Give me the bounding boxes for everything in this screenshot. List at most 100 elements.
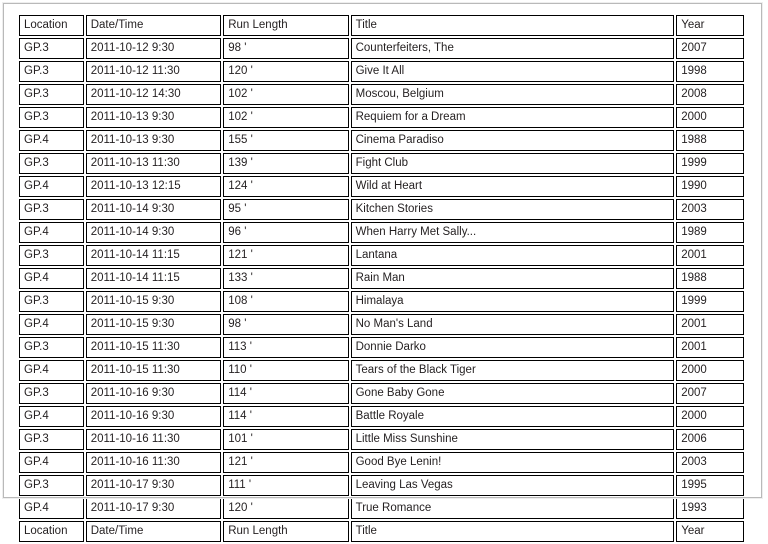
cell-year: 2003 bbox=[676, 199, 744, 220]
cell-title: Leaving Las Vegas bbox=[350, 475, 675, 496]
table-row: GP.3 2011-10-13 9:30 102 ' Requiem for a Dr… bbox=[19, 107, 744, 128]
cell-run_length: 113 ' bbox=[223, 337, 349, 358]
column-header-location[interactable]: Location bbox=[19, 15, 84, 36]
cell-datetime: 2011-10-12 9:30 bbox=[85, 38, 222, 59]
page-frame: Location Date/Time Run Length Title Year… bbox=[2, 2, 763, 542]
cell-run_length: 101 ' bbox=[223, 429, 349, 450]
table-row: GP.3 2011-10-16 11:30 101 ' Little Miss Sun… bbox=[19, 429, 744, 450]
cell-run_length: 95 ' bbox=[223, 199, 349, 220]
table-row: GP.3 2011-10-15 9:30 108 ' Himalaya 1999 bbox=[19, 291, 744, 312]
cell-run_length: 110 ' bbox=[223, 360, 349, 381]
column-header-datetime[interactable]: Date/Time bbox=[85, 15, 222, 36]
cell-location: GP.4 bbox=[19, 498, 84, 519]
cell-year: 1990 bbox=[676, 176, 744, 197]
cell-title: Little Miss Sunshine bbox=[350, 429, 675, 450]
table-row: GP.3 2011-10-12 14:30 102 ' Moscou, Belgium… bbox=[19, 84, 744, 105]
table-row: GP.3 2011-10-16 9:30 114 ' Gone Baby Gone 20… bbox=[19, 383, 744, 404]
cell-location: GP.4 bbox=[19, 176, 84, 197]
cell-datetime: 2011-10-13 11:30 bbox=[85, 153, 222, 174]
cell-run_length: 155 ' bbox=[223, 130, 349, 151]
cell-run_length: 133 ' bbox=[223, 268, 349, 289]
cell-year: 2001 bbox=[676, 245, 744, 266]
cell-title: No Man's Land bbox=[350, 314, 675, 335]
table-row: GP.3 2011-10-17 9:30 111 ' Leaving Las Vega… bbox=[19, 475, 744, 496]
cell-datetime: 2011-10-14 11:15 bbox=[85, 268, 222, 289]
column-footer-title[interactable]: Title bbox=[350, 521, 675, 542]
column-header-title[interactable]: Title bbox=[350, 15, 675, 36]
cell-datetime: 2011-10-16 9:30 bbox=[85, 383, 222, 404]
cell-run_length: 124 ' bbox=[223, 176, 349, 197]
cell-location: GP.3 bbox=[19, 61, 84, 82]
table-row: GP.3 2011-10-14 9:30 95 ' Kitchen Stories 20… bbox=[19, 199, 744, 220]
cell-location: GP.4 bbox=[19, 222, 84, 243]
cell-title: Lantana bbox=[350, 245, 675, 266]
cell-year: 1988 bbox=[676, 268, 744, 289]
column-footer-run-length[interactable]: Run Length bbox=[223, 521, 349, 542]
table-row: GP.3 2011-10-13 11:30 139 ' Fight Club 1999 bbox=[19, 153, 744, 174]
cell-datetime: 2011-10-12 14:30 bbox=[85, 84, 222, 105]
cell-datetime: 2011-10-16 11:30 bbox=[85, 452, 222, 473]
cell-datetime: 2011-10-13 9:30 bbox=[85, 130, 222, 151]
cell-location: GP.4 bbox=[19, 268, 84, 289]
footer-row: Location Date/Time Run Length Title Year bbox=[19, 521, 744, 542]
cell-year: 2007 bbox=[676, 383, 744, 404]
column-footer-datetime[interactable]: Date/Time bbox=[85, 521, 222, 542]
cell-datetime: 2011-10-17 9:30 bbox=[85, 498, 222, 519]
cell-year: 1998 bbox=[676, 61, 744, 82]
column-footer-year[interactable]: Year bbox=[676, 521, 744, 542]
cell-year: 1989 bbox=[676, 222, 744, 243]
cell-title: Give It All bbox=[350, 61, 675, 82]
table-row: GP.3 2011-10-15 11:30 113 ' Donnie Darko 200… bbox=[19, 337, 744, 358]
cell-year: 2000 bbox=[676, 107, 744, 128]
table-row: GP.4 2011-10-16 11:30 121 ' Good Bye Lenin!… bbox=[19, 452, 744, 473]
cell-title: Moscou, Belgium bbox=[350, 84, 675, 105]
cell-location: GP.4 bbox=[19, 314, 84, 335]
cell-location: GP.3 bbox=[19, 107, 84, 128]
cell-run_length: 114 ' bbox=[223, 383, 349, 404]
table-row: GP.4 2011-10-14 11:15 133 ' Rain Man 1988 bbox=[19, 268, 744, 289]
cell-location: GP.3 bbox=[19, 383, 84, 404]
cell-title: Himalaya bbox=[350, 291, 675, 312]
cell-title: Tears of the Black Tiger bbox=[350, 360, 675, 381]
cell-location: GP.3 bbox=[19, 337, 84, 358]
cell-year: 1988 bbox=[676, 130, 744, 151]
table-header: Location Date/Time Run Length Title Year bbox=[19, 15, 744, 36]
cell-title: Requiem for a Dream bbox=[350, 107, 675, 128]
cell-run_length: 139 ' bbox=[223, 153, 349, 174]
table-row: GP.4 2011-10-16 9:30 114 ' Battle Royale 200… bbox=[19, 406, 744, 427]
cell-run_length: 120 ' bbox=[223, 61, 349, 82]
screening-schedule-table: Location Date/Time Run Length Title Year… bbox=[17, 13, 746, 544]
cell-year: 2000 bbox=[676, 406, 744, 427]
cell-run_length: 121 ' bbox=[223, 452, 349, 473]
header-row: Location Date/Time Run Length Title Year bbox=[19, 15, 744, 36]
cell-run_length: 98 ' bbox=[223, 314, 349, 335]
cell-datetime: 2011-10-14 9:30 bbox=[85, 222, 222, 243]
column-footer-location[interactable]: Location bbox=[19, 521, 84, 542]
column-header-run-length[interactable]: Run Length bbox=[223, 15, 349, 36]
cell-location: GP.4 bbox=[19, 452, 84, 473]
table-row: GP.4 2011-10-13 12:15 124 ' Wild at Heart 19… bbox=[19, 176, 744, 197]
table-row: GP.4 2011-10-15 11:30 110 ' Tears of the Bl… bbox=[19, 360, 744, 381]
cell-title: Rain Man bbox=[350, 268, 675, 289]
cell-title: Cinema Paradiso bbox=[350, 130, 675, 151]
cell-datetime: 2011-10-13 12:15 bbox=[85, 176, 222, 197]
cell-year: 2000 bbox=[676, 360, 744, 381]
cell-year: 2006 bbox=[676, 429, 744, 450]
table-row: GP.4 2011-10-17 9:30 120 ' True Romance 1993 bbox=[19, 498, 744, 519]
cell-location: GP.3 bbox=[19, 38, 84, 59]
cell-location: GP.3 bbox=[19, 84, 84, 105]
cell-location: GP.3 bbox=[19, 199, 84, 220]
cell-year: 2001 bbox=[676, 337, 744, 358]
cell-run_length: 114 ' bbox=[223, 406, 349, 427]
cell-run_length: 96 ' bbox=[223, 222, 349, 243]
cell-datetime: 2011-10-16 9:30 bbox=[85, 406, 222, 427]
table-row: GP.4 2011-10-15 9:30 98 ' No Man's Land 2001 bbox=[19, 314, 744, 335]
cell-title: Battle Royale bbox=[350, 406, 675, 427]
cell-year: 1993 bbox=[676, 498, 744, 519]
cell-year: 2003 bbox=[676, 452, 744, 473]
cell-location: GP.4 bbox=[19, 406, 84, 427]
table-row: GP.3 2011-10-12 11:30 120 ' Give It All 1998 bbox=[19, 61, 744, 82]
cell-title: Donnie Darko bbox=[350, 337, 675, 358]
column-header-year[interactable]: Year bbox=[676, 15, 744, 36]
cell-datetime: 2011-10-16 11:30 bbox=[85, 429, 222, 450]
